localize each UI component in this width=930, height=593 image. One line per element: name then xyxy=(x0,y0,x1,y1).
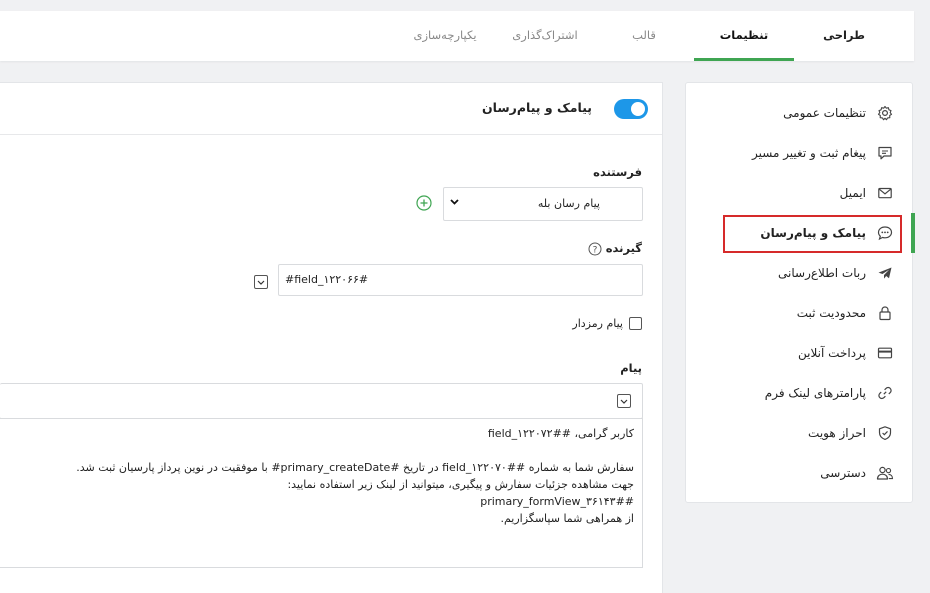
sidebar-item-label: احراز هویت xyxy=(808,426,866,440)
panel-header: پیامک و پیام‌رسان xyxy=(0,83,662,135)
receiver-value: #field_۱۲۲۰۶۶# xyxy=(285,273,369,286)
mail-icon xyxy=(876,184,894,202)
telegram-icon xyxy=(876,264,894,282)
sidebar-item-online-payment[interactable]: پرداخت آنلاین xyxy=(686,333,914,373)
message-variables-dropdown-icon[interactable] xyxy=(617,394,631,408)
sidebar-item-label: پیغام ثبت و تغییر مسیر xyxy=(752,146,866,160)
message-line: از همراهی شما سپاسگزاریم. xyxy=(500,512,634,525)
receiver-label: گیرنده xyxy=(605,241,642,255)
gear-icon xyxy=(876,104,894,122)
chevron-down-icon xyxy=(450,197,459,208)
receiver-dropdown-icon[interactable] xyxy=(254,275,268,289)
message-textarea[interactable]: کاربر گرامی، ##field_۱۲۲۰۷۲ سفارش شما به… xyxy=(0,418,643,568)
secret-checkbox[interactable] xyxy=(629,317,642,330)
sidebar-item-label: محدودیت ثبت xyxy=(796,306,866,320)
add-sender-icon[interactable] xyxy=(416,195,432,211)
panel-title: پیامک و پیام‌رسان xyxy=(481,100,592,115)
sms-toggle[interactable] xyxy=(614,99,648,119)
selected-item-highlight xyxy=(723,215,902,253)
sidebar-item-label: دسترسی xyxy=(820,466,866,480)
help-icon[interactable]: ? xyxy=(588,241,602,256)
card-icon xyxy=(876,344,894,362)
tab-integration[interactable]: یکپارچه‌سازی xyxy=(400,11,490,61)
tab-sharing[interactable]: اشتراک‌گذاری xyxy=(500,11,590,61)
message-line: ##primary_formView_۳۶۱۴۳ xyxy=(480,495,634,508)
tab-settings[interactable]: تنظیمات xyxy=(694,11,794,61)
secret-message-row: پیام رمزدار xyxy=(572,317,642,330)
sidebar-item-link-params[interactable]: پارامترهای لینک فرم xyxy=(686,373,914,413)
settings-sidebar: تنظیمات عمومی پیغام ثبت و تغییر مسیر ایم… xyxy=(685,82,915,503)
sidebar-item-authentication[interactable]: احراز هویت xyxy=(686,413,914,453)
sidebar-item-email[interactable]: ایمیل xyxy=(686,173,914,213)
message-line: کاربر گرامی، ##field_۱۲۲۰۷۲ xyxy=(487,427,634,440)
tab-design[interactable]: طراحی xyxy=(794,11,894,61)
sidebar-item-label: پرداخت آنلاین xyxy=(798,346,866,360)
link-icon xyxy=(876,384,894,402)
message-line: جهت مشاهده جزئیات سفارش و پیگیری، میتوان… xyxy=(287,478,634,491)
sidebar-item-label: ایمیل xyxy=(839,186,866,200)
sidebar-item-label: تنظیمات عمومی xyxy=(783,106,866,120)
sender-label: فرستنده xyxy=(593,165,642,179)
message-line xyxy=(0,442,634,459)
message-line: سفارش شما به شماره ##field_۱۲۲۰۷۰ در تار… xyxy=(76,461,634,474)
message-icon xyxy=(876,144,894,162)
secret-label: پیام رمزدار xyxy=(572,317,623,330)
sidebar-item-general[interactable]: تنظیمات عمومی xyxy=(686,93,914,133)
sidebar-item-label: پارامترهای لینک فرم xyxy=(764,386,866,400)
sidebar-item-submit-limit[interactable]: محدودیت ثبت xyxy=(686,293,914,333)
shield-icon xyxy=(876,424,894,442)
sender-value: پیام رسان بله xyxy=(537,197,600,210)
tab-template[interactable]: قالب xyxy=(604,11,684,61)
users-icon xyxy=(876,464,894,482)
sidebar-item-label: ربات اطلاع‌رسانی xyxy=(778,266,866,280)
lock-icon xyxy=(876,304,894,322)
sidebar-item-submit-message[interactable]: پیغام ثبت و تغییر مسیر xyxy=(686,133,914,173)
receiver-input[interactable]: #field_۱۲۲۰۶۶# xyxy=(278,264,643,296)
sidebar-item-access[interactable]: دسترسی xyxy=(686,453,914,493)
svg-text:?: ? xyxy=(592,246,597,256)
sender-select[interactable]: پیام رسان بله xyxy=(443,187,643,221)
message-label: پیام xyxy=(620,361,642,375)
message-toolbar xyxy=(0,383,643,419)
top-tab-bar: طراحی تنظیمات قالب اشتراک‌گذاری یکپارچه‌… xyxy=(0,11,914,61)
receiver-label-row: گیرنده ? xyxy=(588,241,642,256)
sidebar-item-notification-bot[interactable]: ربات اطلاع‌رسانی xyxy=(686,253,914,293)
